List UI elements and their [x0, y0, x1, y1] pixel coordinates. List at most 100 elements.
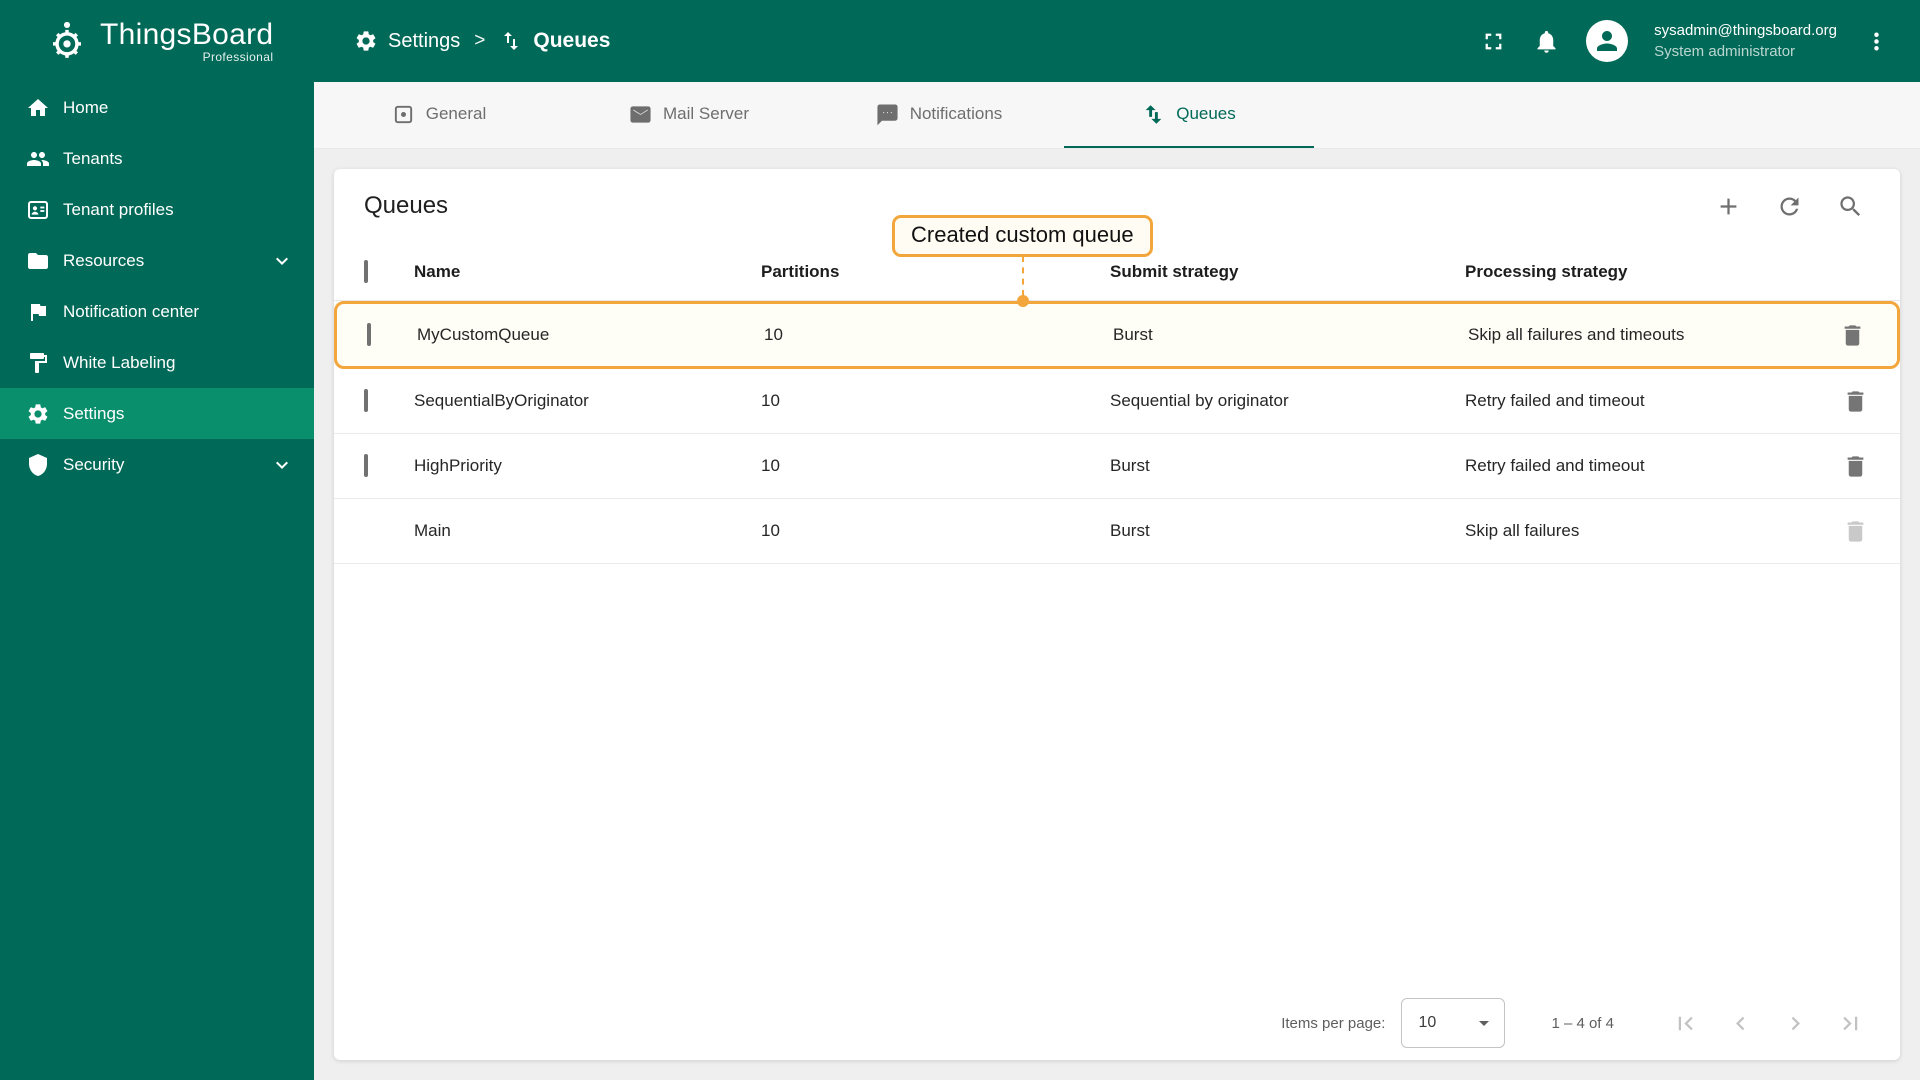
column-header-partitions: Partitions	[761, 261, 840, 281]
main-content: General Mail Server Notifications Queues	[314, 82, 1920, 1080]
tenants-icon	[27, 151, 49, 166]
breadcrumb-current-label: Queues	[533, 29, 611, 52]
queue-name: MyCustomQueue	[417, 325, 550, 344]
refresh-icon	[1780, 197, 1799, 215]
table-row-sequentialbyoriginator[interactable]: SequentialByOriginator 10 Sequential by …	[334, 369, 1900, 434]
annotation-connector-dot	[1017, 295, 1029, 307]
notification-center-icon	[31, 303, 46, 321]
queue-partitions: 10	[761, 456, 780, 475]
sidebar-item-notification-center[interactable]: Notification center	[0, 286, 314, 337]
sidebar-item-white-labeling[interactable]: White Labeling	[0, 337, 314, 388]
trash-icon	[1847, 520, 1863, 542]
mail-icon	[630, 105, 651, 123]
chevron-right-icon	[1791, 1016, 1800, 1030]
delete-queue-button[interactable]	[1839, 322, 1866, 349]
tab-label: Mail Server	[663, 104, 749, 123]
breadcrumb-settings[interactable]: Settings	[354, 29, 460, 53]
home-icon	[28, 98, 48, 116]
column-header-processing-strategy: Processing strategy	[1465, 261, 1628, 281]
tab-mail-server[interactable]: Mail Server	[564, 82, 814, 148]
settings-tabbar: General Mail Server Notifications Queues	[314, 82, 1920, 149]
queue-processing-strategy: Retry failed and timeout	[1465, 456, 1645, 475]
tab-queues[interactable]: Queues	[1064, 82, 1314, 148]
sidebar: Home Tenants Tenant profiles Resources N…	[0, 82, 314, 1080]
sidebar-item-settings[interactable]: Settings	[0, 388, 314, 439]
trash-icon	[1847, 390, 1863, 412]
settings-icon	[356, 31, 376, 51]
sidebar-item-label: Tenant profiles	[63, 199, 174, 219]
chevron-left-icon	[1736, 1016, 1745, 1030]
breadcrumb-queues[interactable]: Queues	[499, 29, 610, 53]
delete-queue-button[interactable]	[1842, 388, 1869, 415]
row-checkbox[interactable]	[364, 389, 368, 412]
queue-name: Main	[414, 521, 451, 540]
first-page-icon	[1678, 1016, 1693, 1030]
settings-icon	[28, 403, 48, 424]
tab-general[interactable]: General	[314, 82, 564, 148]
tenant-profiles-icon	[28, 200, 48, 219]
trash-icon	[1844, 324, 1860, 346]
row-checkbox[interactable]	[367, 323, 371, 346]
tab-notifications[interactable]: Notifications	[814, 82, 1064, 148]
select-all-checkbox[interactable]	[364, 259, 368, 283]
sidebar-item-tenant-profiles[interactable]: Tenant profiles	[0, 184, 314, 235]
annotation-callout: Created custom queue	[892, 215, 1153, 257]
add-queue-button[interactable]	[1715, 193, 1742, 220]
card-actions	[1715, 193, 1864, 220]
sidebar-item-label: Home	[63, 97, 109, 117]
queue-submit-strategy: Burst	[1113, 325, 1153, 344]
search-button[interactable]	[1837, 193, 1864, 220]
tab-label: General	[425, 104, 487, 123]
header-menu-button[interactable]	[1863, 28, 1890, 55]
plus-icon	[1720, 198, 1737, 214]
table-row-main[interactable]: Main 10 Burst Skip all failures	[334, 499, 1900, 564]
trash-icon	[1847, 455, 1863, 477]
notifications-button[interactable]	[1533, 28, 1560, 55]
first-page-button[interactable]	[1672, 1010, 1699, 1037]
last-page-icon	[1843, 1016, 1858, 1030]
sidebar-item-label: Tenants	[63, 148, 123, 168]
chevron-down-icon	[276, 257, 288, 265]
items-per-page-value: 10	[1418, 1014, 1437, 1031]
app-name: ThingsBoard	[100, 17, 274, 51]
avatar[interactable]	[1586, 20, 1629, 62]
user-role: System administrator	[1654, 43, 1796, 60]
row-checkbox[interactable]	[364, 454, 368, 477]
resources-folder-icon	[28, 252, 48, 269]
queue-partitions: 10	[764, 325, 783, 344]
delete-queue-button-disabled	[1842, 518, 1869, 545]
sidebar-item-tenants[interactable]: Tenants	[0, 133, 314, 184]
column-header-submit-strategy: Submit strategy	[1110, 261, 1239, 281]
table-empty-space	[334, 564, 1900, 986]
items-per-page-select[interactable]: 10	[1401, 998, 1506, 1048]
sidebar-item-resources[interactable]: Resources	[0, 235, 314, 286]
sidebar-item-label: Security	[63, 454, 125, 474]
table-row-mycustomqueue[interactable]: MyCustomQueue 10 Burst Skip all failures…	[334, 301, 1900, 369]
table-row-highpriority[interactable]: HighPriority 10 Burst Retry failed and t…	[334, 434, 1900, 499]
fullscreen-button[interactable]	[1480, 28, 1507, 55]
bell-icon	[1537, 30, 1556, 53]
queue-partitions: 10	[761, 521, 780, 540]
prev-page-button[interactable]	[1727, 1010, 1754, 1037]
thingsboard-logo[interactable]: ThingsBoard Professional	[0, 18, 314, 64]
paginator: Items per page: 10 1 – 4 of 4	[334, 986, 1900, 1060]
refresh-button[interactable]	[1776, 193, 1803, 220]
sidebar-item-security[interactable]: Security	[0, 439, 314, 490]
delete-queue-button[interactable]	[1842, 453, 1869, 480]
white-labeling-icon	[30, 352, 47, 373]
card-title: Queues	[364, 192, 449, 219]
tab-label: Notifications	[909, 104, 1003, 123]
sidebar-item-home[interactable]: Home	[0, 82, 314, 133]
next-page-button[interactable]	[1782, 1010, 1809, 1037]
notifications-tab-icon	[877, 103, 898, 125]
queue-submit-strategy: Burst	[1110, 456, 1150, 475]
general-tab-icon	[394, 105, 412, 123]
chevron-down-icon	[276, 461, 288, 469]
user-info[interactable]: sysadmin@thingsboard.org System administ…	[1654, 20, 1837, 62]
dropdown-arrow-icon	[1479, 1021, 1490, 1026]
breadcrumb-parent-label: Settings	[388, 29, 461, 52]
top-header: ThingsBoard Professional Settings > Queu…	[0, 0, 1920, 82]
items-per-page-label: Items per page:	[1281, 1014, 1386, 1032]
more-vert-icon	[1874, 32, 1879, 50]
last-page-button[interactable]	[1837, 1010, 1864, 1037]
